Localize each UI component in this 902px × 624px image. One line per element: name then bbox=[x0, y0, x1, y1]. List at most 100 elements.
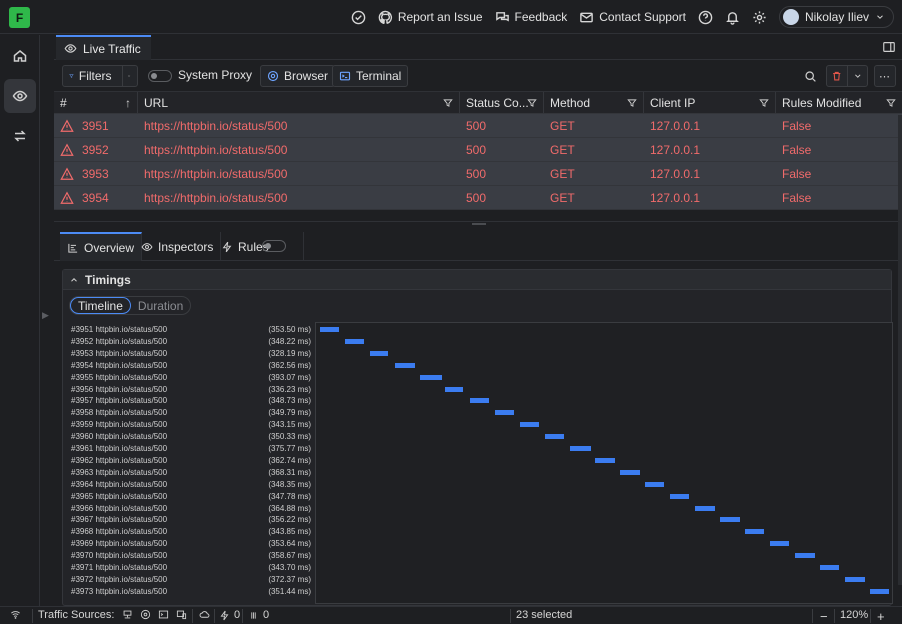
funnel-icon[interactable] bbox=[759, 98, 769, 108]
table-row[interactable]: 3954 https://httpbin.io/status/500 500 GET 1… bbox=[54, 186, 902, 210]
funnel-icon[interactable] bbox=[627, 98, 637, 108]
duration-label: (353.50 ms) bbox=[268, 325, 311, 334]
left-nav bbox=[0, 35, 40, 606]
timeline-bar[interactable] bbox=[395, 362, 415, 368]
table-row[interactable]: 3953 https://httpbin.io/status/500 500 GET 1… bbox=[54, 162, 902, 186]
table-cell-rules: False bbox=[776, 162, 902, 185]
filters-button[interactable]: Filters bbox=[62, 65, 138, 87]
browser-icon[interactable] bbox=[140, 609, 151, 620]
rules-toggle[interactable] bbox=[262, 240, 286, 252]
table-row[interactable]: 3952 https://httpbin.io/status/500 500 GET 1… bbox=[54, 138, 902, 162]
timeline-bar[interactable] bbox=[670, 493, 689, 499]
timeline-bar[interactable] bbox=[520, 422, 539, 428]
timeline-bar[interactable] bbox=[545, 434, 564, 440]
tab-live-traffic[interactable]: Live Traffic bbox=[56, 35, 151, 60]
zoom-in-button[interactable]: + bbox=[877, 609, 885, 624]
column-header-label: # bbox=[60, 96, 67, 110]
settings-gear-icon[interactable] bbox=[752, 10, 767, 25]
duration-mode-button[interactable]: Duration bbox=[131, 297, 190, 314]
side-panel-toggle-icon[interactable] bbox=[882, 40, 896, 54]
chevron-down-icon[interactable] bbox=[853, 71, 863, 81]
zoom-out-button[interactable]: − bbox=[820, 609, 828, 624]
timeline-bar[interactable] bbox=[795, 553, 815, 559]
timeline-bar[interactable] bbox=[570, 446, 591, 451]
help-icon[interactable] bbox=[698, 10, 713, 25]
status-separator bbox=[510, 609, 511, 623]
cloud-icon bbox=[199, 609, 210, 620]
tab-overview[interactable]: Overview bbox=[60, 232, 143, 261]
composer-nav-button[interactable] bbox=[4, 119, 36, 153]
network-icon[interactable] bbox=[122, 609, 133, 620]
vertical-scrollbar[interactable] bbox=[898, 115, 902, 585]
search-icon[interactable] bbox=[804, 70, 817, 83]
timeline-row-label: #3969 httpbin.io/status/500 (353.64 ms) bbox=[69, 539, 311, 551]
timeline-row-label: #3970 httpbin.io/status/500 (358.67 ms) bbox=[69, 551, 311, 563]
top-actions: Report an Issue Feedback Contact Support… bbox=[351, 0, 894, 34]
column-header-url[interactable]: URL bbox=[138, 92, 460, 114]
paused-counter[interactable]: 0 bbox=[248, 609, 269, 621]
traffic-source-icons bbox=[122, 609, 187, 620]
home-nav-button[interactable] bbox=[4, 39, 36, 73]
funnel-icon[interactable] bbox=[443, 98, 453, 108]
timeline-bar[interactable] bbox=[420, 374, 442, 380]
user-name: Nikolay Iliev bbox=[804, 10, 869, 24]
timeline-mode-button[interactable]: Timeline bbox=[70, 297, 131, 314]
column-header-rules-modified[interactable]: Rules Modified bbox=[776, 92, 902, 114]
timeline-bar[interactable] bbox=[495, 410, 514, 416]
table-row[interactable]: 3951 https://httpbin.io/status/500 500 GET 1… bbox=[54, 114, 902, 138]
timeline-bar[interactable] bbox=[370, 350, 388, 356]
system-proxy-toggle[interactable] bbox=[148, 70, 172, 82]
column-header-label: URL bbox=[144, 96, 169, 110]
timeline-bar[interactable] bbox=[620, 469, 640, 475]
column-header-id[interactable]: # ↑ bbox=[54, 92, 138, 114]
timeline-bar[interactable] bbox=[695, 505, 715, 511]
warning-icon bbox=[60, 166, 74, 180]
live-traffic-nav-button[interactable] bbox=[4, 79, 36, 113]
table-cell-ip: 127.0.0.1 bbox=[644, 162, 776, 185]
panel-splitter[interactable] bbox=[54, 221, 902, 227]
timeline-bar[interactable] bbox=[870, 588, 889, 594]
terminal-button[interactable]: Terminal bbox=[332, 65, 409, 87]
request-label: #3953 httpbin.io/status/500 bbox=[71, 348, 168, 358]
duration-label: (350.33 ms) bbox=[268, 432, 311, 442]
funnel-icon[interactable] bbox=[886, 98, 896, 108]
tab-inspectors[interactable]: Inspectors bbox=[134, 232, 222, 261]
timeline-bar[interactable] bbox=[720, 517, 740, 523]
tab-live-traffic-label: Live Traffic bbox=[83, 41, 141, 56]
timeline-bar[interactable] bbox=[470, 398, 489, 404]
timeline-bar[interactable] bbox=[345, 338, 364, 344]
chevron-down-icon[interactable] bbox=[127, 71, 131, 81]
table-cell-method: GET bbox=[544, 186, 644, 209]
browser-button[interactable]: Browser bbox=[260, 65, 336, 87]
terminal-icon[interactable] bbox=[158, 609, 169, 620]
sidebar-collapse-handle[interactable]: ▶ bbox=[42, 310, 52, 324]
feedback-link[interactable]: Feedback bbox=[495, 10, 567, 25]
timeline-bar[interactable] bbox=[445, 386, 463, 392]
report-issue-link[interactable]: Report an Issue bbox=[378, 10, 483, 25]
column-header-status[interactable]: Status Co... bbox=[460, 92, 544, 114]
notifications-bell-icon[interactable] bbox=[725, 10, 740, 25]
more-options-button[interactable]: ⋯ bbox=[874, 65, 896, 87]
tab-rules[interactable]: Rules bbox=[214, 232, 304, 261]
timeline-bar[interactable] bbox=[770, 541, 789, 547]
column-header-method[interactable]: Method bbox=[544, 92, 644, 114]
timeline-bar[interactable] bbox=[320, 327, 339, 332]
zoom-level: 120% bbox=[840, 609, 869, 621]
devices-icon[interactable] bbox=[176, 609, 187, 620]
wifi-icon bbox=[10, 609, 21, 620]
user-menu[interactable]: Nikolay Iliev bbox=[778, 6, 894, 28]
timings-header[interactable]: Timings bbox=[63, 270, 891, 290]
contact-support-link[interactable]: Contact Support bbox=[579, 10, 686, 25]
clear-sessions-button[interactable] bbox=[826, 65, 868, 87]
funnel-icon bbox=[69, 74, 74, 78]
timeline-bar[interactable] bbox=[595, 457, 615, 463]
warnings-counter[interactable]: 0 bbox=[219, 609, 240, 621]
timeline-bar[interactable] bbox=[820, 565, 839, 570]
timeline-bar[interactable] bbox=[645, 481, 664, 487]
timeline-bar[interactable] bbox=[745, 529, 764, 535]
duration-label: (358.67 ms) bbox=[268, 551, 311, 561]
column-header-client-ip[interactable]: Client IP bbox=[644, 92, 776, 114]
check-circle-icon[interactable] bbox=[351, 10, 366, 25]
timeline-bar[interactable] bbox=[845, 576, 865, 582]
funnel-icon[interactable] bbox=[527, 98, 537, 108]
